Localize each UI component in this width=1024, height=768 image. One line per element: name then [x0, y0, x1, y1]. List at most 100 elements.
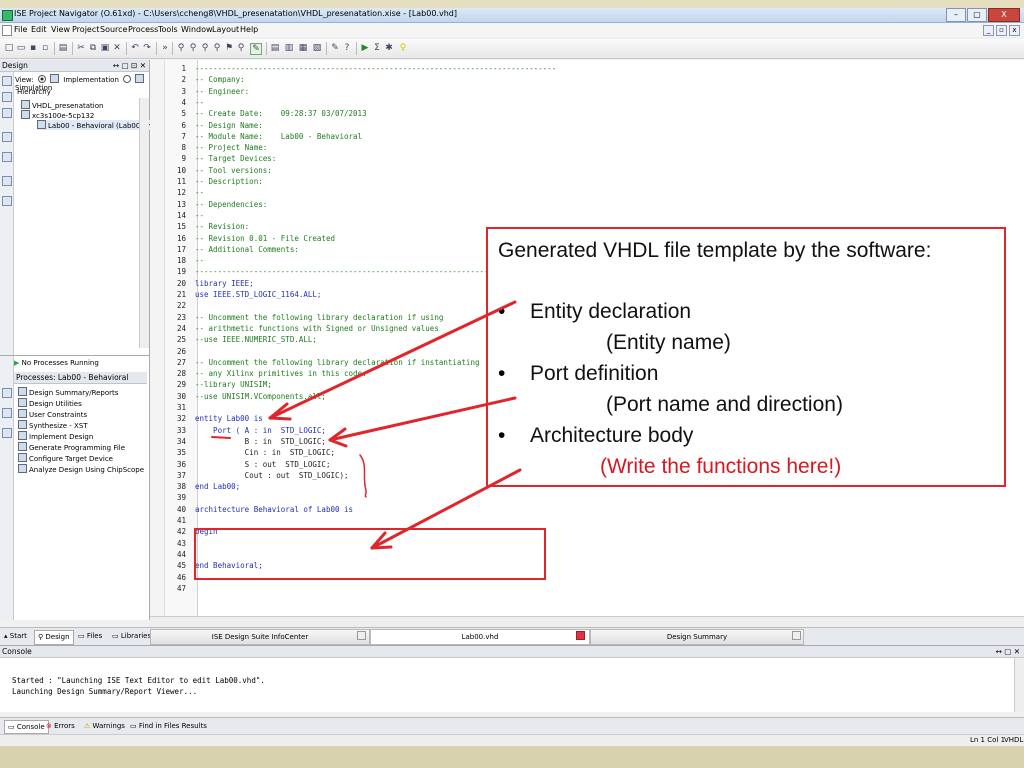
tab-errors[interactable]: ⊗ Errors: [46, 720, 75, 732]
tab-design-summary[interactable]: Design Summary: [590, 629, 804, 645]
lightbulb-icon[interactable]: ♀: [398, 43, 408, 53]
code-line[interactable]: architecture Behavioral of Lab00 is: [195, 505, 353, 514]
bookmark-icon[interactable]: ⚑: [224, 43, 234, 53]
maximize-button[interactable]: ▢: [967, 8, 987, 22]
console-scrollbar[interactable]: [1014, 658, 1024, 712]
process-item[interactable]: Design Summary/Reports: [18, 387, 118, 397]
save-all-icon[interactable]: ▫: [40, 43, 50, 53]
doc-restore-button[interactable]: ▫: [996, 25, 1007, 36]
settings-icon[interactable]: ✱: [384, 43, 394, 53]
print-icon[interactable]: ▤: [58, 43, 68, 53]
run-icon[interactable]: ▶: [360, 43, 370, 53]
doc-minimize-button[interactable]: _: [983, 25, 994, 36]
menu-tools[interactable]: Tools: [158, 25, 178, 34]
replace-icon[interactable]: ⚲: [212, 43, 222, 53]
menu-window[interactable]: Window: [181, 25, 213, 34]
tool-icon[interactable]: [2, 76, 12, 86]
code-line[interactable]: use IEEE.STD_LOGIC_1164.ALL;: [195, 290, 321, 299]
edit-mode-icon[interactable]: ✎: [250, 43, 262, 55]
process-item[interactable]: Generate Programming File: [18, 442, 125, 452]
save-icon[interactable]: ▪: [28, 43, 38, 53]
menu-help[interactable]: Help: [240, 25, 258, 34]
sum-icon[interactable]: Σ: [372, 43, 382, 53]
tab-infocenter[interactable]: ISE Design Suite InfoCenter: [150, 629, 370, 645]
code-line[interactable]: end Lab00;: [195, 482, 240, 491]
code-line[interactable]: -- Company:: [195, 75, 245, 84]
design-panel-controls[interactable]: ↔ ▢ ⊡ ✕: [113, 60, 146, 71]
code-line[interactable]: --library UNISIM;: [195, 380, 272, 389]
tab-design[interactable]: ⚲ Design: [34, 630, 74, 645]
paste-icon[interactable]: ▣: [100, 43, 110, 53]
menu-process[interactable]: Process: [128, 25, 158, 34]
tile-vertical-icon[interactable]: ▥: [284, 43, 294, 53]
tree-item-device[interactable]: xc3s100e-5cp132: [21, 110, 94, 120]
menu-file[interactable]: File: [14, 25, 27, 34]
code-line[interactable]: library IEEE;: [195, 279, 254, 288]
code-line[interactable]: --use UNISIM.VComponents.all;: [195, 392, 326, 401]
open-folder-icon[interactable]: ▭: [16, 43, 26, 53]
tool-icon[interactable]: [2, 108, 12, 118]
process-item[interactable]: Analyze Design Using ChipScope: [18, 464, 144, 474]
code-line[interactable]: S : out STD_LOGIC;: [195, 460, 331, 469]
minimize-button[interactable]: –: [946, 8, 966, 22]
process-item[interactable]: User Constraints: [18, 409, 87, 419]
tool-icon[interactable]: [2, 132, 12, 142]
code-line[interactable]: -- Additional Comments:: [195, 245, 299, 254]
code-line[interactable]: --: [195, 256, 204, 265]
menu-layout[interactable]: Layout: [212, 25, 239, 34]
code-line[interactable]: -- Uncomment the following library decla…: [195, 313, 443, 322]
tab-find-in-files[interactable]: ▭ Find in Files Results: [130, 720, 207, 732]
tile-horizontal-icon[interactable]: ▤: [270, 43, 280, 53]
search-icon[interactable]: ⚲: [236, 43, 246, 53]
simulation-radio[interactable]: [123, 75, 132, 83]
tool-icon[interactable]: [2, 196, 12, 206]
code-line[interactable]: Port ( A : in STD_LOGIC;: [195, 426, 326, 435]
code-line[interactable]: --: [195, 98, 204, 107]
code-line[interactable]: -- Description:: [195, 177, 263, 186]
tab-libraries[interactable]: ▭ Libraries: [112, 630, 151, 643]
console-controls[interactable]: ↔ ▢ ✕: [996, 646, 1020, 657]
menu-edit[interactable]: Edit: [31, 25, 47, 34]
implementation-radio[interactable]: [37, 75, 46, 83]
code-line[interactable]: Cin : in STD_LOGIC;: [195, 448, 335, 457]
code-line[interactable]: -- Target Devices:: [195, 154, 276, 163]
process-item[interactable]: Implement Design: [18, 431, 93, 441]
tab-warnings[interactable]: ⚠ Warnings: [84, 720, 125, 732]
tool-icon[interactable]: [2, 176, 12, 186]
code-line[interactable]: ----------------------------------------…: [195, 64, 556, 73]
close-button[interactable]: X: [988, 8, 1020, 22]
code-line[interactable]: entity Lab00 is: [195, 414, 263, 423]
implementation-label[interactable]: Implementation: [63, 76, 119, 84]
code-line[interactable]: --: [195, 188, 204, 197]
edit-constraints-icon[interactable]: ✎: [330, 43, 340, 53]
code-line[interactable]: -- Revision:: [195, 222, 249, 231]
process-item[interactable]: Design Utilities: [18, 398, 82, 408]
tool-icon[interactable]: [2, 152, 12, 162]
cascade-icon[interactable]: ▦: [298, 43, 308, 53]
close-tab-icon[interactable]: [357, 631, 366, 640]
copy-icon[interactable]: ⧉: [88, 43, 98, 53]
tab-files[interactable]: ▭ Files: [78, 630, 102, 643]
close-tab-icon[interactable]: [792, 631, 801, 640]
help-icon[interactable]: ?: [342, 43, 352, 53]
tab-lab00-vhd[interactable]: Lab00.vhd: [370, 629, 590, 645]
tab-start[interactable]: ▴ Start: [4, 630, 27, 643]
editor-horizontal-scrollbar[interactable]: [150, 616, 1024, 627]
hierarchy-scrollbar[interactable]: [139, 98, 149, 348]
menu-view[interactable]: View: [51, 25, 70, 34]
overflow-chevron-icon[interactable]: »: [160, 43, 170, 53]
undo-icon[interactable]: ↶: [130, 43, 140, 53]
menu-source[interactable]: Source: [100, 25, 127, 34]
code-line[interactable]: -- arithmetic functions with Signed or U…: [195, 324, 439, 333]
window-icon[interactable]: ▧: [312, 43, 322, 53]
cut-icon[interactable]: ✂: [76, 43, 86, 53]
code-line[interactable]: -- Dependencies:: [195, 200, 267, 209]
close-tab-icon[interactable]: [576, 631, 585, 640]
code-line[interactable]: Cout : out STD_LOGIC);: [195, 471, 349, 480]
code-line[interactable]: -- Tool versions:: [195, 166, 272, 175]
code-line[interactable]: -- Uncomment the following library decla…: [195, 358, 479, 367]
doc-close-button[interactable]: x: [1009, 25, 1020, 36]
code-line[interactable]: -- Engineer:: [195, 87, 249, 96]
code-line[interactable]: -- Project Name:: [195, 143, 267, 152]
process-item[interactable]: Synthesize - XST: [18, 420, 88, 430]
